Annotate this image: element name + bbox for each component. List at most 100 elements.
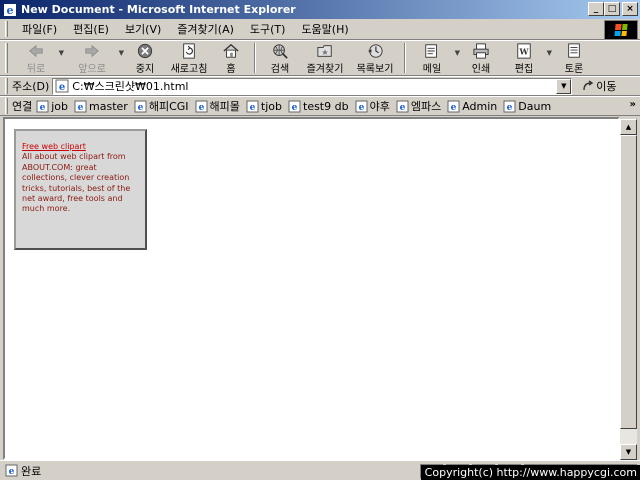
link-label: Admin (462, 99, 498, 113)
ie-page-icon: e (396, 100, 409, 113)
refresh-icon (183, 43, 195, 59)
svg-text:e: e (451, 103, 457, 113)
menu-grip[interactable] (5, 21, 8, 37)
print-label: 인쇄 (471, 64, 491, 75)
svg-text:e: e (250, 103, 256, 113)
menu-view[interactable]: 보기(V) (117, 20, 169, 38)
ie-page-icon: e (195, 100, 208, 113)
close-button[interactable]: × (622, 2, 638, 16)
free-web-clipart-link[interactable]: Free web clipart (22, 142, 141, 152)
edit-button[interactable]: W 편집 ▼ (502, 41, 552, 75)
svg-text:e: e (40, 103, 46, 113)
ie-page-icon: e (246, 100, 259, 113)
forward-button[interactable]: 앞으로 ▼ (66, 41, 124, 75)
ie-logo-icon: e (4, 3, 16, 17)
favorites-folder-icon (317, 45, 332, 57)
link-daum[interactable]: e Daum (503, 100, 551, 113)
forward-arrow-icon (85, 44, 99, 58)
menu-tools[interactable]: 도구(T) (242, 20, 294, 38)
home-label: 홈 (226, 64, 236, 75)
refresh-label: 새로고침 (170, 64, 208, 75)
link-empas[interactable]: e 엠파스 (396, 98, 441, 114)
link-label: 야후 (369, 100, 390, 113)
link-test9db[interactable]: e test9 db (288, 100, 349, 113)
copyright-watermark: Copyright(c) http://www.happycgi.com (420, 465, 640, 480)
home-button[interactable]: 홈 (212, 41, 250, 75)
link-tjob[interactable]: e tjob (246, 100, 282, 113)
go-arrow-icon (583, 80, 594, 91)
page-content[interactable]: Free web clipart All about web clipart f… (3, 117, 620, 460)
address-input[interactable]: e C:₩스크린샷₩01.html ▼ (52, 77, 573, 95)
print-button[interactable]: 인쇄 (460, 41, 502, 75)
clipart-description: All about web clipart from ABOUT.COM: gr… (22, 152, 131, 214)
back-label: 뒤로 (26, 64, 46, 75)
go-label: 이동 (596, 80, 617, 93)
links-bar: 연결 e job e master e 해피CGI e 해피몰 e tjob e test9… (0, 96, 640, 116)
favorites-button[interactable]: 즐겨찾기 (300, 41, 350, 75)
search-globe-icon (273, 44, 288, 59)
back-button[interactable]: 뒤로 ▼ (14, 41, 64, 75)
window-title: New Document - Microsoft Internet Explor… (21, 3, 296, 16)
link-job[interactable]: e job (36, 100, 68, 113)
stop-button[interactable]: 중지 (124, 41, 166, 75)
address-label: 주소(D) (12, 80, 50, 93)
discuss-label: 토론 (564, 64, 584, 75)
discuss-icon (568, 43, 580, 58)
ie-page-icon: e (134, 100, 147, 113)
vertical-scrollbar[interactable]: ▲ ▼ (620, 119, 637, 460)
link-label: 해피CGI (148, 100, 189, 113)
address-dropdown-button[interactable]: ▼ (556, 78, 572, 94)
menu-bar: 파일(F) 편집(E) 보기(V) 즐겨찾기(A) 도구(T) 도움말(H) (0, 19, 640, 40)
link-label: test9 db (303, 99, 349, 113)
link-master[interactable]: e master (74, 100, 128, 113)
links-grip[interactable] (5, 98, 8, 114)
ie-page-icon: e (288, 100, 301, 113)
link-label: job (51, 99, 69, 113)
history-label: 목록보기 (356, 64, 394, 75)
history-button[interactable]: 목록보기 (350, 41, 400, 75)
link-happymall[interactable]: e 해피몰 (195, 98, 240, 114)
stop-label: 중지 (135, 64, 155, 75)
search-button[interactable]: 검색 (260, 41, 300, 75)
title-bar[interactable]: e New Document - Microsoft Internet Expl… (0, 0, 640, 19)
svg-text:e: e (198, 103, 204, 113)
menu-file[interactable]: 파일(F) (14, 20, 65, 38)
menu-edit[interactable]: 편집(E) (65, 20, 117, 38)
link-label: master (89, 99, 128, 113)
ie-page-icon: e (355, 100, 368, 113)
address-grip[interactable] (5, 78, 8, 94)
maximize-button[interactable]: □ (604, 2, 620, 16)
svg-text:e: e (9, 467, 15, 477)
links-label: 연결 (12, 100, 33, 113)
scroll-down-button[interactable]: ▼ (620, 444, 637, 460)
toolbar-grip[interactable] (5, 43, 8, 73)
link-admin[interactable]: e Admin (447, 100, 497, 113)
mail-button[interactable]: 메일 ▼ (410, 41, 460, 75)
done-page-icon: e (5, 464, 18, 477)
link-yahoo[interactable]: e 야후 (355, 98, 390, 114)
mail-icon (425, 44, 437, 58)
link-happycgi[interactable]: e 해피CGI (134, 98, 189, 114)
svg-text:e: e (137, 103, 143, 113)
minimize-button[interactable]: _ (588, 2, 604, 16)
scroll-up-button[interactable]: ▲ (620, 119, 637, 135)
home-icon (223, 43, 239, 58)
go-button[interactable]: 이동 (582, 78, 617, 94)
page-icon: e (55, 79, 69, 93)
edit-dropdown-icon[interactable]: ▼ (547, 49, 552, 57)
svg-text:e: e (358, 103, 364, 113)
edit-label: 편집 (514, 64, 534, 75)
clipart-info-box: Free web clipart All about web clipart f… (14, 129, 147, 250)
ie-page-icon: e (74, 100, 87, 113)
windows-throbber-logo (604, 20, 638, 40)
address-url: C:₩스크린샷₩01.html (72, 80, 189, 93)
refresh-button[interactable]: 새로고침 (166, 41, 212, 75)
discuss-button[interactable]: 토론 (554, 41, 594, 75)
back-dropdown-icon[interactable]: ▼ (59, 49, 64, 57)
ie-page-icon: e (503, 100, 516, 113)
menu-help[interactable]: 도움말(H) (293, 20, 356, 38)
link-label: 해피몰 (209, 100, 240, 113)
scroll-thumb[interactable] (620, 135, 637, 429)
links-more-chevron-icon[interactable]: » (630, 99, 636, 110)
menu-favorites[interactable]: 즐겨찾기(A) (169, 20, 242, 38)
